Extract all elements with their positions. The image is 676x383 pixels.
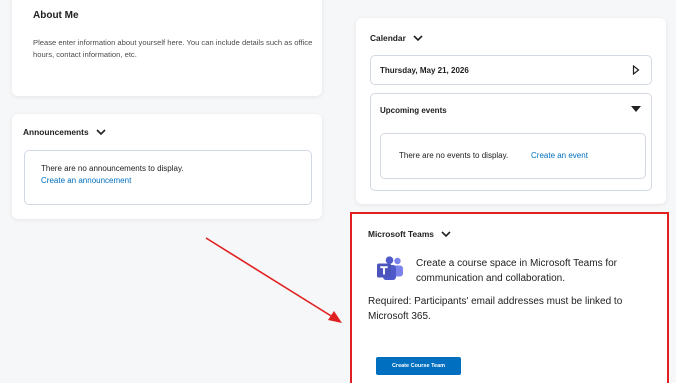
teams-title: Microsoft Teams [368, 229, 434, 239]
create-course-team-button[interactable]: Create Course Team [376, 357, 461, 375]
announcements-empty-message: There are no announcements to display. [41, 164, 184, 173]
chevron-down-icon[interactable] [95, 127, 107, 137]
teams-requirement: Required: Participants' email addresses … [368, 296, 623, 322]
calendar-date-selector[interactable]: Thursday, May 21, 2026 [370, 55, 652, 85]
about-me-body: Please enter information about yourself … [33, 38, 313, 59]
upcoming-events-label: Upcoming events [380, 106, 447, 115]
announcements-empty-panel: There are no announcements to display. C… [24, 150, 312, 205]
caret-down-icon[interactable] [631, 106, 641, 113]
announcements-widget: Announcements There are no announcements… [12, 114, 322, 219]
upcoming-events-panel: Upcoming events There are no events to d… [370, 93, 652, 191]
about-me-title: About Me [33, 10, 79, 21]
annotation-arrow [205, 237, 342, 323]
teams-description: Create a course space in Microsoft Teams… [416, 258, 618, 284]
announcements-header[interactable]: Announcements [23, 127, 107, 137]
announcements-title: Announcements [23, 127, 89, 137]
calendar-widget: Calendar Thursday, May 21, 2026 Upcoming… [356, 18, 666, 204]
calendar-header[interactable]: Calendar [370, 33, 424, 43]
create-announcement-link[interactable]: Create an announcement [41, 176, 131, 185]
about-me-widget: About Me Please enter information about … [12, 0, 322, 96]
calendar-date: Thursday, May 21, 2026 [380, 66, 469, 75]
events-empty-panel: There are no events to display. Create a… [380, 133, 646, 179]
microsoft-teams-widget: Microsoft Teams Create a course space in… [350, 212, 669, 383]
teams-header[interactable]: Microsoft Teams [368, 229, 452, 239]
events-empty-message: There are no events to display. [399, 151, 509, 160]
chevron-down-icon[interactable] [412, 33, 424, 43]
chevron-right-icon[interactable] [632, 65, 640, 75]
calendar-title: Calendar [370, 33, 406, 43]
chevron-down-icon[interactable] [440, 229, 452, 239]
microsoft-teams-logo [377, 256, 403, 280]
create-event-link[interactable]: Create an event [531, 151, 588, 160]
